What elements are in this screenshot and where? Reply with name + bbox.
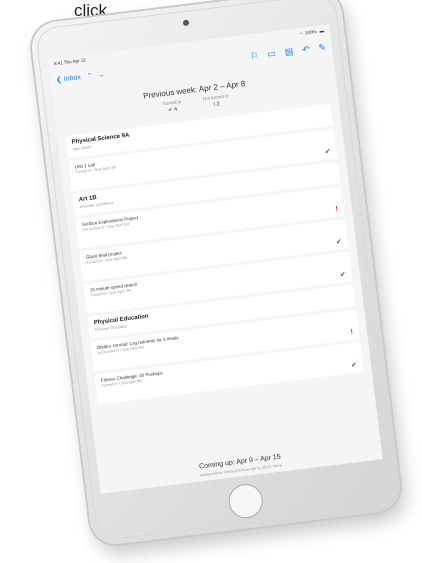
battery-label: 100% <box>304 29 317 36</box>
folder-icon[interactable]: ▭ <box>267 48 277 60</box>
checkmark-icon: ✔ <box>350 361 358 370</box>
turned-in-value: 4 <box>173 106 178 113</box>
exclamation-icon: ! <box>350 328 354 337</box>
exclamation-icon: ! <box>213 101 216 109</box>
status-time: 8:41 Thu Apr 12 <box>53 57 87 67</box>
turned-in-value-row: ✔ 4 <box>163 106 182 114</box>
nav-left: ❮ Inbox ⌃ ⌄ <box>56 70 105 84</box>
screen: 8:41 Thu Apr 12 ◔ 100% ▬ ❮ Inbox ⌃ ⌄ ⚐ ▭… <box>47 24 383 494</box>
not-turned-in-value: 2 <box>216 101 221 108</box>
nav-actions: ⚐ ▭ ▤ ↶ ✎ <box>250 41 327 61</box>
stat-not-turned-in: Not turned in ! 2 <box>203 93 230 109</box>
reply-icon[interactable]: ↶ <box>301 44 310 56</box>
checkmark-icon: ✔ <box>324 148 332 156</box>
wifi-icon: ◔ <box>299 30 303 37</box>
ipad-device: 8:41 Thu Apr 12 ◔ 100% ▬ ❮ Inbox ⌃ ⌄ ⚐ ▭… <box>29 0 403 548</box>
chevron-down-icon[interactable]: ⌄ <box>98 70 105 79</box>
status-right: ◔ 100% ▬ <box>299 28 324 36</box>
exclamation-icon: ! <box>335 205 339 213</box>
chevron-up-icon[interactable]: ⌃ <box>86 72 93 81</box>
email-content: Previous week: Apr 2 – Apr 8 Turned in ✔… <box>61 69 375 493</box>
battery-icon: ▬ <box>319 28 325 34</box>
back-label: Inbox <box>63 74 82 84</box>
checkmark-icon: ✔ <box>335 238 343 247</box>
checkmark-icon: ✔ <box>167 107 174 114</box>
back-button[interactable]: ❮ Inbox <box>56 73 82 84</box>
checkmark-icon: ✔ <box>339 271 347 279</box>
turned-in-label: Turned in <box>162 99 182 107</box>
compose-icon[interactable]: ✎ <box>318 41 327 53</box>
archive-icon[interactable]: ▤ <box>284 46 294 58</box>
chevron-left-icon: ❮ <box>55 76 63 85</box>
not-turned-in-value-row: ! 2 <box>203 100 229 109</box>
stat-turned-in: Turned in ✔ 4 <box>162 99 182 114</box>
flag-icon[interactable]: ⚐ <box>250 50 259 62</box>
